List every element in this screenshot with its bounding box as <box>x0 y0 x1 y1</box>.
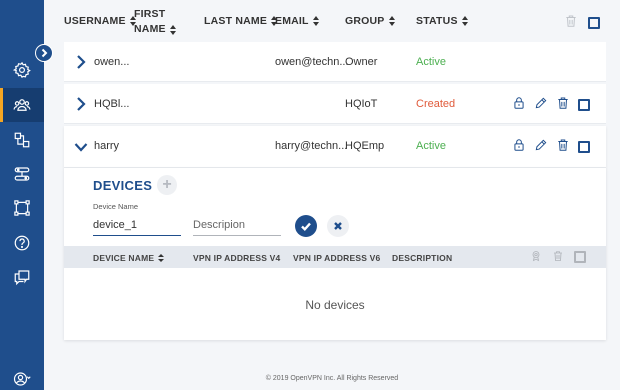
header-group-label: GROUP <box>345 15 385 27</box>
trash-icon[interactable] <box>556 96 570 113</box>
confirm-device-button[interactable] <box>295 215 317 237</box>
header-username[interactable]: USERNAME <box>64 15 136 27</box>
users-table-header: USERNAME FIRST NAME LAST NAME EMAIL GROU… <box>44 0 620 42</box>
cell-email: owen@techn... <box>275 56 349 68</box>
footer-copyright: © 2019 OpenVPN Inc. All Rights Reserved <box>265 375 399 382</box>
cancel-device-button[interactable] <box>327 215 349 237</box>
devices-panel: DEVICES + Device Name DEVICE NAME VPN IP… <box>64 168 606 340</box>
chevron-right-icon[interactable] <box>74 95 88 113</box>
lock-icon[interactable] <box>512 96 526 113</box>
trash-icon[interactable] <box>556 138 570 155</box>
row-checkbox[interactable] <box>578 98 590 111</box>
help-icon[interactable] <box>0 226 44 260</box>
cell-status: Active <box>416 140 446 152</box>
chevron-right-icon[interactable] <box>74 53 88 71</box>
header-email-label: EMAIL <box>275 15 309 27</box>
devices-title: DEVICES <box>93 178 153 193</box>
check-icon <box>301 222 311 232</box>
devices-header-actions <box>530 250 586 264</box>
lock-icon[interactable] <box>512 138 526 155</box>
header-vpn-ip-v6: VPN IP ADDRESS V6 <box>293 253 380 263</box>
table-row[interactable]: HQBl... HQIoT Created <box>64 84 606 124</box>
device-name-label: Device Name <box>93 202 139 211</box>
device-name-input[interactable] <box>93 214 181 236</box>
header-vpn-ip-v4: VPN IP ADDRESS V4 <box>193 253 280 263</box>
nodes-icon[interactable] <box>0 191 44 225</box>
header-vpn-ip-v4-label: VPN IP ADDRESS V4 <box>193 253 281 263</box>
header-status-label: STATUS <box>416 15 458 27</box>
row-actions <box>512 96 590 113</box>
devices-table-header: DEVICE NAME VPN IP ADDRESS V4 VPN IP ADD… <box>64 246 606 268</box>
sidebar-collapse-button[interactable] <box>35 44 53 62</box>
chat-icon[interactable] <box>0 260 44 294</box>
cell-group: HQEmp <box>345 140 385 152</box>
header-description: DESCRIPTION <box>392 253 452 263</box>
sort-icon <box>461 16 468 26</box>
cell-username: HQBl... <box>94 98 130 110</box>
table-row[interactable]: owen... owen@techn... Owner Active <box>64 42 606 82</box>
select-all-devices-checkbox[interactable] <box>574 251 586 263</box>
device-description-input[interactable] <box>193 214 281 236</box>
header-last-name[interactable]: LAST NAME <box>204 15 278 27</box>
certificate-icon <box>530 250 542 264</box>
table-row-expanded[interactable]: harry harry@techn... HQEmp Active <box>64 126 606 168</box>
header-group[interactable]: GROUP <box>345 15 395 27</box>
select-all-checkbox[interactable] <box>588 16 600 29</box>
chevron-down-icon[interactable] <box>74 138 88 156</box>
header-first-name-label-1: FIRST <box>134 8 166 20</box>
header-actions <box>564 14 600 31</box>
users-icon[interactable] <box>0 88 44 122</box>
header-username-label: USERNAME <box>64 15 126 27</box>
plus-icon: + <box>162 176 172 193</box>
network-icon[interactable] <box>0 123 44 157</box>
add-device-button[interactable]: + <box>157 175 177 195</box>
header-email[interactable]: EMAIL <box>275 15 319 27</box>
row-actions <box>512 138 590 155</box>
sort-icon <box>388 16 395 26</box>
edit-icon[interactable] <box>534 96 548 113</box>
header-device-name[interactable]: DEVICE NAME <box>93 253 165 263</box>
header-first-name[interactable]: FIRST NAME <box>134 8 176 36</box>
sort-icon <box>169 24 176 35</box>
cell-username: harry <box>94 140 120 152</box>
header-first-name-label-2: NAME <box>134 23 166 35</box>
account-icon[interactable] <box>0 362 44 390</box>
sort-icon <box>158 254 165 262</box>
sort-icon <box>312 16 319 26</box>
trash-icon <box>564 14 578 31</box>
routes-icon[interactable] <box>0 157 44 191</box>
no-devices-message: No devices <box>305 298 365 312</box>
row-checkbox[interactable] <box>578 140 590 153</box>
cell-email: harry@techn... <box>275 140 348 152</box>
trash-icon <box>552 250 564 264</box>
close-icon <box>334 222 342 230</box>
header-status[interactable]: STATUS <box>416 15 468 27</box>
header-device-name-label: DEVICE NAME <box>93 253 155 263</box>
cell-group: HQIoT <box>345 98 378 110</box>
cell-status: Active <box>416 56 446 68</box>
cell-status: Created <box>416 98 456 110</box>
cell-username: owen... <box>94 56 130 68</box>
edit-icon[interactable] <box>534 138 548 155</box>
header-last-name-label: LAST NAME <box>204 15 268 27</box>
cell-group: Owner <box>345 56 378 68</box>
header-description-label: DESCRIPTION <box>392 253 453 263</box>
chevron-right-icon <box>41 48 48 58</box>
header-vpn-ip-v6-label: VPN IP ADDRESS V6 <box>293 253 381 263</box>
